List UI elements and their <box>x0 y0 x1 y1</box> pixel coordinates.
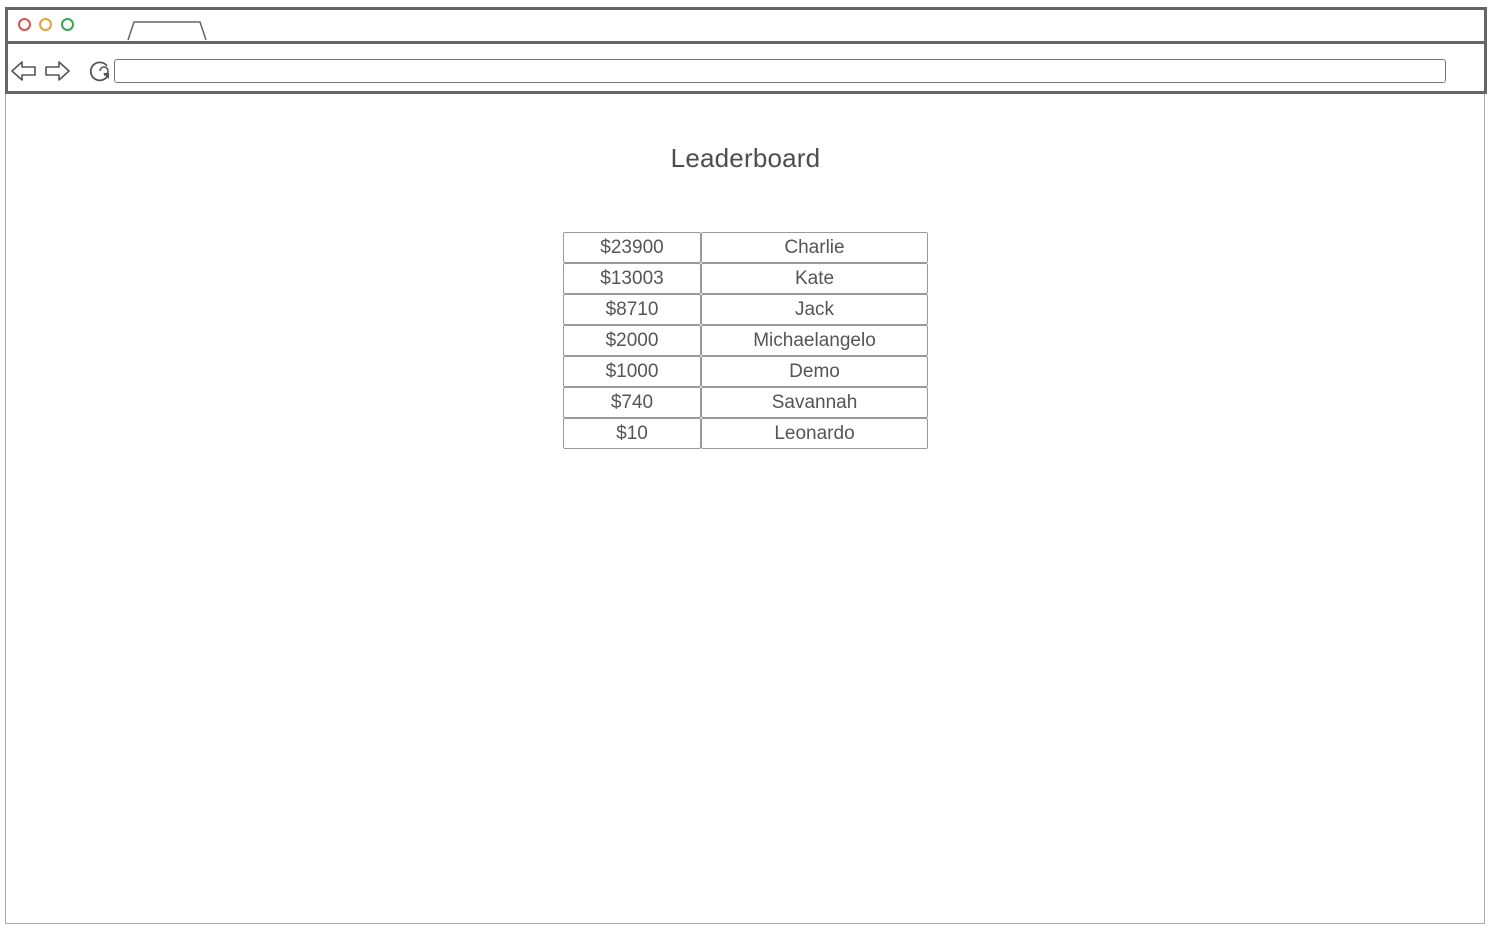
player-name-cell: Charlie <box>701 232 928 263</box>
player-name-cell: Michaelangelo <box>701 325 928 356</box>
score-cell: $10 <box>563 418 701 449</box>
back-arrow-icon[interactable] <box>10 58 38 84</box>
title-bar <box>5 7 1487 43</box>
score-cell: $2000 <box>563 325 701 356</box>
score-cell: $740 <box>563 387 701 418</box>
player-name-cell: Savannah <box>701 387 928 418</box>
close-window-button[interactable] <box>18 18 31 31</box>
player-name-cell: Jack <box>701 294 928 325</box>
player-name-cell: Kate <box>701 263 928 294</box>
page-title: Leaderboard <box>670 143 821 173</box>
player-name-cell: Leonardo <box>701 418 928 449</box>
refresh-icon[interactable] <box>86 58 114 84</box>
address-bar[interactable] <box>114 59 1446 83</box>
score-cell: $13003 <box>563 263 701 294</box>
score-cell: $8710 <box>563 294 701 325</box>
score-cell: $1000 <box>563 356 701 387</box>
maximize-window-button[interactable] <box>61 18 74 31</box>
score-cell: $23900 <box>563 232 701 263</box>
browser-tab[interactable] <box>127 19 207 41</box>
player-name-cell: Demo <box>701 356 928 387</box>
forward-arrow-icon[interactable] <box>43 58 71 84</box>
minimize-window-button[interactable] <box>39 18 52 31</box>
